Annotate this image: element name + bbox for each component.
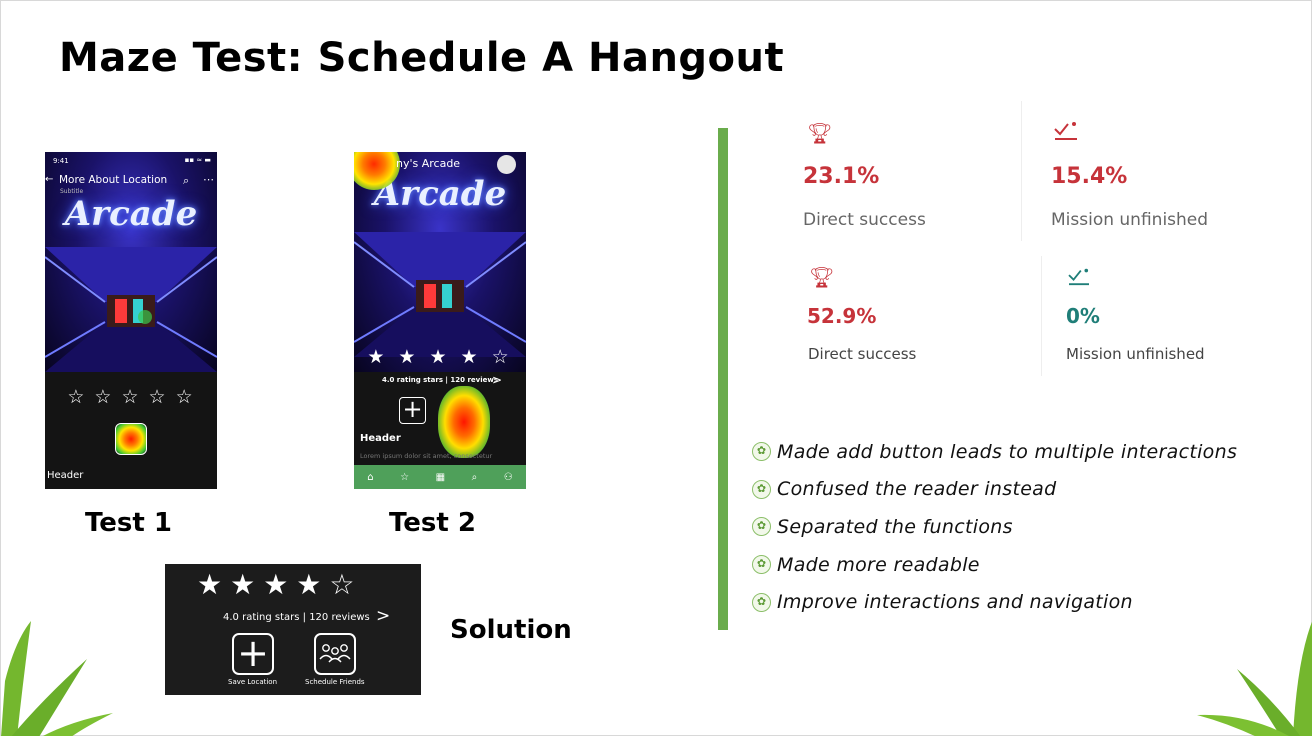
list-item: ✿ Improve interactions and navigation	[752, 583, 1237, 621]
save-location-caption: Save Location	[228, 678, 278, 686]
leaf-decoration-left	[1, 621, 113, 736]
test2-unfinished-value: 0%	[1066, 304, 1100, 328]
sprout-icon: ✿	[752, 517, 771, 537]
test2-unfinished-label: Mission unfinished	[1066, 345, 1205, 363]
schedule-friends-caption: Schedule Friends	[305, 678, 365, 686]
test2-success-value: 52.9%	[807, 304, 877, 328]
calendar-icon[interactable]: ▦	[436, 472, 445, 483]
add-button[interactable]: +	[399, 397, 426, 424]
finding-text: Made add button leads to multiple intera…	[777, 440, 1238, 463]
more-icon[interactable]: ⋯	[203, 173, 214, 186]
sprout-icon: ✿	[752, 555, 771, 575]
nav-subtitle: Subtitle	[60, 188, 84, 195]
save-location-button[interactable]: +	[232, 633, 274, 675]
finding-text: Improve interactions and navigation	[777, 591, 1133, 614]
solution-label: Solution	[450, 615, 572, 645]
star-icon[interactable]: ☆	[400, 472, 409, 483]
stats-separator	[1041, 256, 1042, 376]
people-group-icon	[319, 644, 351, 663]
chevron-right-icon[interactable]: >	[376, 606, 390, 626]
list-item: ✿ Confused the reader instead	[752, 471, 1237, 509]
mission-unfinished-icon	[1053, 119, 1079, 146]
stats-separator	[1021, 101, 1022, 241]
findings-list: ✿ Made add button leads to multiple inte…	[752, 433, 1237, 621]
status-icons: ▪▪ ≈ ▬	[184, 156, 211, 164]
finding-text: Confused the reader instead	[777, 478, 1057, 501]
sprout-icon: ✿	[752, 479, 771, 499]
arcade-sign: Arcade	[64, 194, 198, 234]
test1-unfinished-label: Mission unfinished	[1051, 210, 1209, 230]
leaf-decoration-right	[1197, 621, 1312, 736]
search-icon[interactable]: ⌕	[472, 472, 478, 483]
chevron-right-icon[interactable]: >	[492, 373, 502, 387]
search-icon[interactable]: ⌕	[183, 174, 189, 188]
finding-text: Separated the functions	[777, 515, 1013, 538]
trophy-icon: 🏆︎	[809, 265, 835, 289]
list-item: ✿ Made add button leads to multiple inte…	[752, 433, 1237, 471]
rating-stars[interactable]: ☆ ☆ ☆ ☆ ☆	[45, 386, 217, 408]
home-icon[interactable]: ⌂	[367, 472, 373, 483]
test2-success-label: Direct success	[808, 345, 917, 363]
sprout-icon: ✿	[752, 442, 771, 462]
test2-phone-screenshot: Arcade ny's Arcade ★ ★ ★ ★ ☆ 4.0 rating …	[354, 152, 526, 489]
back-arrow-icon[interactable]: ←	[45, 174, 53, 185]
test1-phone-screenshot: Arcade 9:41 ▪▪ ≈ ▬ ← More About Location…	[45, 152, 217, 489]
phone-title: ny's Arcade	[396, 157, 461, 170]
test1-success-label: Direct success	[803, 210, 926, 230]
green-divider	[718, 128, 728, 630]
heatmap-spot-center	[438, 386, 490, 458]
rating-text: 4.0 rating stars | 120 reviews	[223, 612, 370, 623]
status-time: 9:41	[53, 157, 69, 165]
trophy-icon: 🏆︎	[807, 121, 833, 145]
test1-navbar: ← More About Location Subtitle ⌕ ⋯	[45, 170, 217, 198]
tab-bar: ⌂ ☆ ▦ ⌕ ⚇	[354, 465, 526, 489]
rating-summary: 4.0 rating stars | 120 reviews >	[354, 373, 526, 387]
rating-stars[interactable]: ★ ★ ★ ★ ☆	[354, 346, 526, 368]
nav-title: More About Location	[59, 174, 168, 186]
rating-stars[interactable]: ★★★★☆	[197, 568, 363, 601]
mission-unfinished-icon	[1067, 266, 1091, 291]
header-label: Header	[360, 433, 401, 444]
solution-screenshot: ★★★★☆ 4.0 rating stars | 120 reviews > +…	[165, 564, 421, 695]
corridor-graphic	[354, 232, 526, 357]
test1-success-value: 23.1%	[803, 164, 880, 189]
schedule-friends-button[interactable]	[314, 633, 356, 675]
corridor-graphic	[45, 247, 217, 372]
slide-title: Maze Test: Schedule A Hangout	[59, 35, 785, 81]
sprout-icon: ✿	[752, 592, 771, 612]
people-icon[interactable]: ⚇	[504, 472, 513, 483]
rating-text: 4.0 rating stars | 120 reviews	[381, 376, 499, 384]
test1-unfinished-value: 15.4%	[1051, 164, 1128, 189]
profile-circle[interactable]	[497, 155, 516, 174]
finding-text: Made more readable	[777, 553, 980, 576]
body-text: Lorem ipsum dolor sit amet, consectetur	[360, 452, 493, 460]
list-item: ✿ Made more readable	[752, 546, 1237, 584]
test2-label: Test 2	[389, 508, 476, 538]
add-button-heatmap[interactable]	[115, 423, 147, 455]
test1-label: Test 1	[85, 508, 172, 538]
header-label: Header	[47, 470, 84, 481]
list-item: ✿ Separated the functions	[752, 508, 1237, 546]
